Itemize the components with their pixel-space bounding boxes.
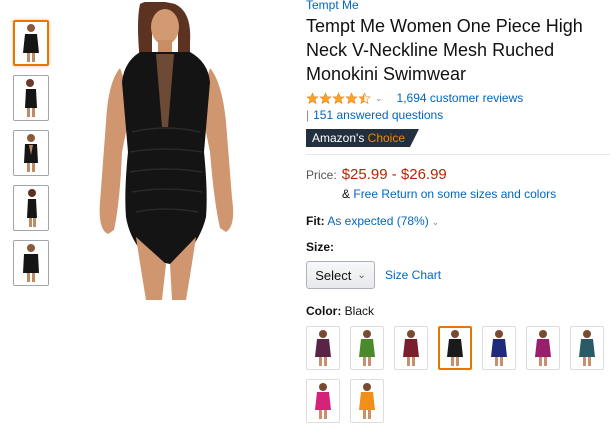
title-line: Monokini Swimwear: [306, 64, 467, 84]
star-rating[interactable]: [306, 91, 371, 105]
swimsuit-thumbnail-icon: [24, 134, 38, 172]
price-label: Price:: [306, 168, 337, 182]
free-return-row: & Free Return on some sizes and colors: [342, 187, 612, 201]
color-label: Color:: [306, 304, 342, 318]
swimsuit-swatch-icon: [315, 330, 331, 366]
chevron-down-icon: ⌄: [357, 269, 366, 281]
answered-questions-link[interactable]: 151 answered questions: [313, 108, 443, 122]
color-swatches: [306, 326, 616, 432]
chevron-down-icon[interactable]: ⌄: [432, 217, 440, 227]
badge-choice: Choice: [367, 131, 406, 145]
star-icon: [345, 91, 358, 104]
color-swatch-magenta[interactable]: [526, 326, 560, 370]
brand-link[interactable]: Tempt Me: [306, 0, 612, 12]
color-swatch-navy[interactable]: [482, 326, 516, 370]
answered-questions-row: | 151 answered questions: [306, 108, 612, 122]
price-row: Price: $25.99 - $26.99: [306, 166, 612, 183]
swimsuit-swatch-icon: [359, 330, 375, 366]
star-icon: [332, 91, 345, 104]
half-star-icon: [358, 91, 371, 104]
thumbnail-profile[interactable]: [13, 185, 49, 231]
product-details: Tempt Me Tempt Me Women One Piece High N…: [306, 0, 612, 432]
free-return-prefix: &: [342, 187, 351, 201]
color-swatch-teal[interactable]: [570, 326, 604, 370]
color-swatch-orange[interactable]: [350, 379, 384, 423]
chevron-down-icon[interactable]: ⌄: [375, 93, 383, 104]
color-selected-value: Black: [344, 304, 375, 318]
swimsuit-swatch-icon: [535, 330, 551, 366]
swimsuit-swatch-icon: [359, 383, 375, 419]
swimsuit-swatch-icon: [315, 383, 331, 419]
divider: [306, 154, 610, 155]
swimsuit-swatch-icon: [491, 330, 507, 366]
color-swatch-rose[interactable]: [306, 379, 340, 423]
price-value: $25.99 - $26.99: [341, 166, 447, 183]
thumbnail-front[interactable]: [13, 20, 49, 66]
swimsuit-thumbnail-icon: [23, 24, 39, 62]
color-swatch-green[interactable]: [350, 326, 384, 370]
color-swatch-wine[interactable]: [394, 326, 428, 370]
star-icon: [306, 91, 319, 104]
main-product-image: [99, 2, 234, 300]
color-swatch-purple[interactable]: [306, 326, 340, 370]
thumbnail-detail[interactable]: [13, 240, 49, 286]
swimsuit-swatch-icon: [579, 330, 595, 366]
thumbnail-back[interactable]: [13, 130, 49, 176]
swimsuit-thumbnail-icon: [27, 189, 37, 227]
badge-prefix: Amazon's: [312, 131, 365, 145]
size-chart-link[interactable]: Size Chart: [385, 268, 441, 282]
thumbnail-strip: [13, 20, 51, 295]
customer-reviews-link[interactable]: 1,694 customer reviews: [397, 91, 524, 105]
product-title: Tempt Me Women One Piece High Neck V-Nec…: [306, 14, 612, 86]
title-line: Neck V-Neckline Mesh Ruched: [306, 40, 555, 60]
swimsuit-thumbnail-icon: [23, 244, 39, 282]
separator: |: [306, 108, 310, 122]
color-swatch-black[interactable]: [438, 326, 472, 370]
size-row: Select ⌄ Size Chart: [306, 261, 612, 289]
title-line: Tempt Me Women One Piece High: [306, 16, 583, 36]
size-label: Size:: [306, 240, 335, 254]
color-label-row: Color: Black: [306, 304, 612, 318]
fit-row: Fit: As expected (78%) ⌄: [306, 214, 612, 228]
thumbnail-side[interactable]: [13, 75, 49, 121]
amazons-choice-badge[interactable]: Amazon's Choice: [306, 129, 420, 147]
free-return-link[interactable]: Free Return on some sizes and colors: [353, 187, 556, 201]
swimsuit-swatch-icon: [447, 330, 463, 366]
star-icon: [319, 91, 332, 104]
fit-label: Fit:: [306, 214, 325, 228]
rating-row: ⌄ 1,694 customer reviews: [306, 90, 612, 106]
size-select[interactable]: Select ⌄: [306, 261, 375, 289]
swimsuit-swatch-icon: [403, 330, 419, 366]
fit-value-link[interactable]: As expected (78%): [327, 214, 428, 228]
swimsuit-thumbnail-icon: [25, 79, 37, 117]
size-select-value: Select: [315, 267, 352, 283]
